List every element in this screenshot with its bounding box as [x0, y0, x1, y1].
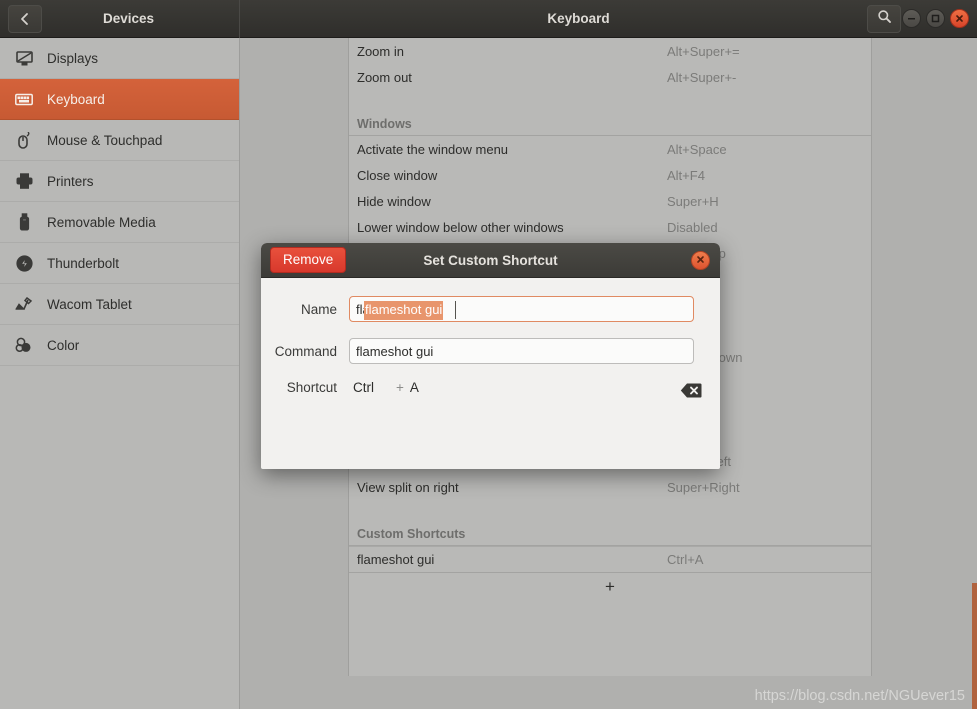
- search-button[interactable]: [867, 4, 901, 33]
- dialog-close-button[interactable]: [691, 251, 710, 270]
- shortcut-modifier: Ctrl: [353, 380, 374, 395]
- sidebar-item-mouse-touchpad[interactable]: Mouse & Touchpad: [0, 120, 239, 161]
- search-icon: [877, 9, 892, 29]
- shortcut-name: Zoom in: [357, 43, 404, 59]
- titlebar-right-section: Keyboard: [240, 0, 977, 38]
- shortcut-row[interactable]: Zoom in Alt+Super+=: [349, 38, 871, 64]
- sidebar-item-displays[interactable]: Displays: [0, 38, 239, 79]
- shortcut-name: Zoom out: [357, 69, 412, 85]
- dialog-header: Remove Set Custom Shortcut: [261, 243, 720, 278]
- sidebar-item-thunderbolt[interactable]: Thunderbolt: [0, 243, 239, 284]
- shortcut-keybinding: Alt+Super+=: [667, 43, 740, 59]
- section-header-label: Custom Shortcuts: [357, 527, 466, 541]
- shortcut-keybinding: Ctrl+A: [667, 552, 704, 567]
- sidebar-item-label: Thunderbolt: [47, 255, 120, 271]
- maximize-icon: [930, 13, 941, 24]
- shortcut-row[interactable]: Hide window Super+H: [349, 188, 871, 214]
- shortcut-keybinding: Disabled: [667, 219, 718, 235]
- maximize-button[interactable]: [926, 8, 945, 28]
- settings-window: Devices Keyboard Displays Keyboard Mouse…: [0, 0, 977, 709]
- thunderbolt-icon: [13, 253, 35, 273]
- add-custom-shortcut-button[interactable]: +: [349, 572, 871, 600]
- shortcut-row[interactable]: Zoom out Alt+Super+-: [349, 64, 871, 90]
- section-header-label: Windows: [357, 117, 412, 131]
- sidebar-item-label: Mouse & Touchpad: [47, 132, 163, 148]
- sidebar-panel-title: Devices: [102, 11, 155, 26]
- window-controls: [902, 8, 969, 28]
- shortcut-name: flameshot gui: [357, 552, 435, 567]
- shortcut-keybinding: Alt+Super+-: [667, 69, 737, 85]
- sidebar-item-label: Displays: [47, 50, 99, 66]
- shortcut-row[interactable]: Activate the window menu Alt+Space: [349, 136, 871, 162]
- shortcut-keybinding: Alt+F4: [667, 167, 705, 183]
- minimize-button[interactable]: [902, 8, 921, 28]
- page-title: Keyboard: [547, 11, 610, 26]
- sidebar: Displays Keyboard Mouse & Touchpad Print…: [0, 38, 240, 709]
- remove-button[interactable]: Remove: [270, 247, 347, 273]
- shortcut-row[interactable]: Close window Alt+F4: [349, 162, 871, 188]
- shortcut-row[interactable]: View split on right Super+Right: [349, 474, 871, 500]
- section-header: Custom Shortcuts: [349, 514, 871, 546]
- sidebar-item-label: Removable Media: [47, 214, 156, 230]
- shortcut-key: A: [409, 380, 419, 395]
- shortcut-name: Activate the window menu: [357, 141, 509, 157]
- shortcut-keybinding: Super+Right: [667, 479, 740, 495]
- shortcut-name: Close window: [357, 167, 438, 183]
- backspace-clear-icon[interactable]: [680, 382, 702, 404]
- printer-icon: [13, 171, 35, 191]
- name-field-row: Name: [261, 296, 720, 322]
- shortcut-field-row: Shortcut Ctrl + A: [261, 380, 720, 398]
- custom-shortcut-row[interactable]: flameshot gui Ctrl+A: [349, 546, 871, 572]
- keyboard-icon: [13, 89, 35, 109]
- scrollbar-thumb[interactable]: [972, 583, 977, 709]
- text-caret: [455, 301, 456, 319]
- shortcut-name: Lower window below other windows: [357, 219, 564, 235]
- watermark-text: https://blog.csdn.net/NGUever15: [754, 688, 965, 704]
- wacom-tablet-icon: [13, 294, 35, 314]
- close-icon: [954, 13, 965, 24]
- display-icon: [13, 48, 35, 68]
- back-button[interactable]: [8, 4, 42, 33]
- command-field-row: Command: [261, 338, 720, 364]
- sidebar-item-label: Wacom Tablet: [47, 296, 132, 312]
- color-icon: [13, 335, 35, 355]
- section-header: Windows: [349, 104, 871, 136]
- minimize-icon: [906, 13, 917, 24]
- command-input[interactable]: [349, 338, 694, 364]
- shortcut-keybinding: Super+H: [667, 193, 719, 209]
- sidebar-item-wacom-tablet[interactable]: Wacom Tablet: [0, 284, 239, 325]
- sidebar-item-removable-media[interactable]: Removable Media: [0, 202, 239, 243]
- set-custom-shortcut-dialog: Remove Set Custom Shortcut Name Command: [261, 243, 720, 469]
- shortcut-name: Hide window: [357, 193, 431, 209]
- title-bar: Devices Keyboard: [0, 0, 977, 38]
- usb-drive-icon: [13, 212, 35, 232]
- shortcut-row[interactable]: Lower window below other windows Disabled: [349, 214, 871, 240]
- shortcut-name: View split on right: [357, 479, 459, 495]
- chevron-left-icon: [19, 12, 31, 26]
- sidebar-item-label: Keyboard: [47, 91, 105, 107]
- shortcut-keybinding: Alt+Space: [667, 141, 727, 157]
- name-label: Name: [300, 301, 337, 317]
- scrollbar-track[interactable]: [972, 38, 977, 709]
- sidebar-item-printers[interactable]: Printers: [0, 161, 239, 202]
- name-input[interactable]: [349, 296, 694, 322]
- shortcut-label: Shortcut: [286, 380, 337, 395]
- shortcut-plus-separator: +: [396, 380, 404, 395]
- close-icon: [695, 252, 706, 270]
- titlebar-left-section: Devices: [0, 0, 240, 38]
- sidebar-item-label: Color: [47, 337, 80, 353]
- sidebar-item-label: Printers: [47, 173, 94, 189]
- dialog-body: Name Command Shortcut Ctrl + A: [261, 278, 720, 398]
- command-label: Command: [274, 343, 337, 359]
- sidebar-item-keyboard[interactable]: Keyboard: [0, 79, 239, 120]
- sidebar-item-color[interactable]: Color: [0, 325, 239, 366]
- close-button[interactable]: [950, 8, 969, 28]
- mouse-icon: [13, 130, 35, 150]
